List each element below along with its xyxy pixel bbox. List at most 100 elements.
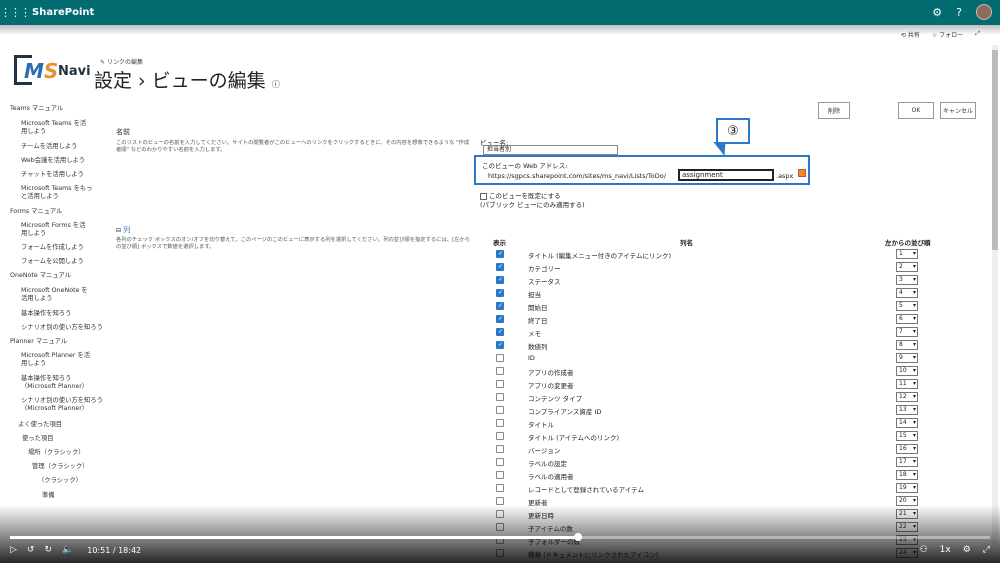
settings-gear-icon[interactable]: ⚙: [963, 545, 971, 555]
rewind-icon[interactable]: ↺: [27, 545, 35, 555]
sidebar-item[interactable]: シナリオ別の使い方を知ろう: [21, 397, 103, 405]
volume-icon[interactable]: 🔈: [62, 545, 73, 555]
edit-links-link[interactable]: ✎ リンクの編集: [100, 57, 143, 66]
column-order-select[interactable]: 14: [896, 418, 918, 428]
column-order-select[interactable]: 13: [896, 405, 918, 415]
sidebar-item[interactable]: （Microsoft Planner）: [21, 383, 88, 391]
speed-label[interactable]: 1x: [940, 545, 951, 555]
column-show-checkbox[interactable]: [496, 393, 504, 401]
column-show-checkbox[interactable]: [496, 445, 504, 453]
sidebar-item[interactable]: （クラシック）: [38, 477, 82, 485]
sidebar-item[interactable]: 管理（クラシック）: [32, 463, 89, 471]
play-icon[interactable]: ▷: [10, 545, 17, 555]
view-name-input[interactable]: 担当者別: [483, 145, 618, 155]
column-order-select[interactable]: 11: [896, 379, 918, 389]
column-show-checkbox[interactable]: [496, 432, 504, 440]
column-show-checkbox[interactable]: [496, 419, 504, 427]
column-show-checkbox[interactable]: [496, 289, 504, 297]
sidebar-item[interactable]: Teams マニュアル: [10, 105, 63, 113]
columns-section-title[interactable]: ⊟ 列: [116, 225, 130, 235]
column-row: ID 9: [490, 352, 930, 365]
sidebar-item[interactable]: 用しよう: [21, 128, 46, 136]
sidebar-item[interactable]: チャットを活用しよう: [21, 171, 84, 179]
column-show-checkbox[interactable]: [496, 263, 504, 271]
scrollbar-thumb[interactable]: [992, 50, 998, 250]
column-show-checkbox[interactable]: [496, 497, 504, 505]
forward-icon[interactable]: ↻: [44, 545, 52, 555]
column-show-checkbox[interactable]: [496, 380, 504, 388]
column-order-select[interactable]: 15: [896, 431, 918, 441]
sidebar-item[interactable]: よく使った項目: [18, 421, 62, 429]
sidebar-item[interactable]: Planner マニュアル: [10, 338, 67, 346]
column-order-select[interactable]: 18: [896, 470, 918, 480]
sidebar-item[interactable]: Forms マニュアル: [10, 208, 62, 216]
participants-icon[interactable]: ⚇: [920, 545, 928, 555]
column-show-checkbox[interactable]: [496, 250, 504, 258]
avatar[interactable]: [976, 4, 992, 20]
ok-button[interactable]: OK: [898, 102, 934, 119]
column-order-select[interactable]: 9: [896, 353, 918, 363]
video-top-shade: [0, 25, 1000, 35]
column-show-checkbox[interactable]: [496, 471, 504, 479]
column-order-select[interactable]: 2: [896, 262, 918, 272]
column-order-select[interactable]: 7: [896, 327, 918, 337]
column-show-checkbox[interactable]: [496, 354, 504, 362]
sidebar-item[interactable]: 用しよう: [21, 230, 46, 238]
column-order-select[interactable]: 12: [896, 392, 918, 402]
column-order-select[interactable]: 8: [896, 340, 918, 350]
column-order-select[interactable]: 4: [896, 288, 918, 298]
column-header-order: 左からの並び順: [885, 239, 931, 247]
sidebar-item[interactable]: 準備: [42, 492, 55, 500]
delete-button[interactable]: 削除: [818, 102, 850, 119]
sidebar-item[interactable]: 場所（クラシック）: [28, 449, 85, 457]
settings-icon[interactable]: ⚙: [932, 6, 942, 19]
column-order-select[interactable]: 16: [896, 444, 918, 454]
sidebar-item[interactable]: Web会議を活用しよう: [21, 157, 85, 165]
sidebar-item[interactable]: Microsoft OneNote を: [21, 287, 88, 295]
column-order-select[interactable]: 3: [896, 275, 918, 285]
sidebar-item[interactable]: Microsoft Teams をもっ: [21, 185, 92, 193]
cancel-button[interactable]: キャンセル: [940, 102, 976, 119]
sidebar-item[interactable]: OneNote マニュアル: [10, 272, 71, 280]
column-show-checkbox[interactable]: [496, 458, 504, 466]
sidebar-item[interactable]: （Microsoft Planner）: [21, 405, 88, 413]
column-order-select[interactable]: 5: [896, 301, 918, 311]
default-view-checkbox[interactable]: [480, 192, 487, 200]
collapse-icon[interactable]: ⊟: [116, 227, 121, 234]
column-show-checkbox[interactable]: [496, 341, 504, 349]
column-show-checkbox[interactable]: [496, 367, 504, 375]
sidebar-item[interactable]: 基本操作を知ろう: [21, 375, 71, 383]
column-show-checkbox[interactable]: [496, 484, 504, 492]
sidebar-item[interactable]: 基本操作を知ろう: [21, 310, 71, 318]
sidebar-item[interactable]: Microsoft Teams を活: [21, 120, 86, 128]
sidebar-item[interactable]: チームを活用しよう: [21, 143, 77, 151]
column-show-checkbox[interactable]: [496, 276, 504, 284]
sidebar-item[interactable]: 用しよう: [21, 360, 46, 368]
sidebar-item[interactable]: Microsoft Planner を活: [21, 352, 90, 360]
url-input[interactable]: assignment: [678, 169, 774, 181]
column-order-select[interactable]: 6: [896, 314, 918, 324]
column-order-select[interactable]: 17: [896, 457, 918, 467]
sidebar-item[interactable]: シナリオ別の使い方を知ろう: [21, 324, 103, 332]
sidebar-item[interactable]: Microsoft Forms を活: [21, 222, 85, 230]
fullscreen-video-icon[interactable]: ⤢: [983, 545, 990, 555]
site-logo[interactable]: MS Navi: [14, 55, 91, 89]
video-progress[interactable]: [10, 533, 990, 541]
column-show-checkbox[interactable]: [496, 315, 504, 323]
help-icon[interactable]: ?: [956, 6, 962, 19]
brand-label[interactable]: SharePoint: [32, 7, 94, 18]
column-order-select[interactable]: 10: [896, 366, 918, 376]
column-show-checkbox[interactable]: [496, 328, 504, 336]
info-icon[interactable]: ⓘ: [272, 80, 280, 89]
column-order-select[interactable]: 1: [896, 249, 918, 259]
column-order-select[interactable]: 19: [896, 483, 918, 493]
rss-icon[interactable]: [798, 169, 806, 177]
sidebar-item[interactable]: フォームを公開しよう: [21, 258, 84, 266]
app-launcher-icon[interactable]: ⋮⋮⋮: [0, 6, 31, 19]
sidebar-item[interactable]: フォームを作成しよう: [21, 244, 84, 252]
column-show-checkbox[interactable]: [496, 302, 504, 310]
sidebar-item[interactable]: と活用しよう: [21, 193, 59, 201]
sidebar-item[interactable]: 使った項目: [22, 435, 53, 443]
column-show-checkbox[interactable]: [496, 406, 504, 414]
sidebar-item[interactable]: 活用しよう: [21, 295, 52, 303]
